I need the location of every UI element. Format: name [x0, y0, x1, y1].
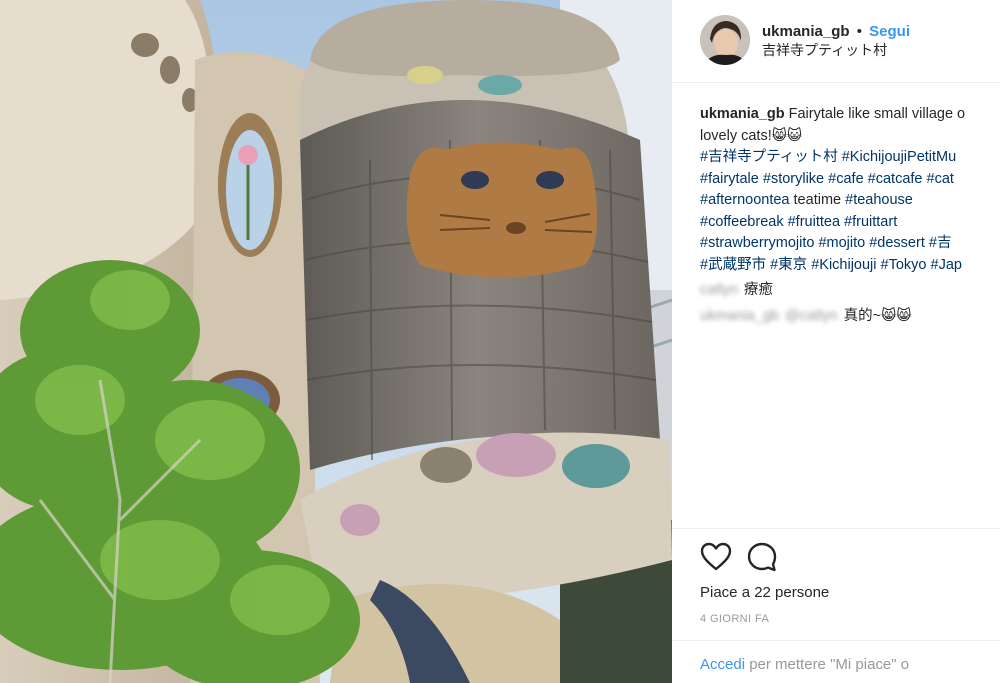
action-bar [700, 541, 792, 573]
hashtag[interactable]: #Kichijouji [811, 257, 876, 273]
caption-text: Fairytale like small village o [788, 106, 966, 122]
likes-count[interactable]: Piace a 22 persone [700, 583, 829, 603]
caption-word: teatime [793, 192, 842, 208]
hashtag[interactable]: #mojito [818, 235, 865, 251]
hashtag[interactable]: #teahouse [845, 192, 913, 208]
caption: ukmania_gb Fairytale like small village … [700, 104, 1000, 327]
hashtag[interactable]: #Tokyo [881, 257, 927, 273]
caption-line-7: #strawberrymojito #mojito #dessert #吉 [700, 233, 1000, 255]
hashtag[interactable]: #fairytale [700, 171, 759, 187]
fairytale-building-photo [0, 0, 672, 683]
comment-mention[interactable]: @catlyn [785, 306, 838, 328]
comment-text: 療癒 [743, 282, 773, 298]
hashtag[interactable]: #strawberrymojito [700, 235, 814, 251]
comment-username[interactable]: catlyn [700, 280, 738, 302]
hashtag[interactable]: #cat [927, 171, 954, 187]
avatar-image [700, 15, 750, 65]
caption-line-2: lovely cats!😸😺 [700, 127, 802, 144]
avatar[interactable] [700, 15, 750, 65]
hashtag[interactable]: #吉祥寺プティット村 [700, 149, 838, 165]
caption-line-4: #fairytale #storylike #cafe #catcafe #ca… [700, 169, 1000, 191]
comment-icon[interactable] [746, 541, 778, 573]
hashtag[interactable]: #武蔵野市 [700, 257, 766, 273]
hashtag[interactable]: #fruittea [788, 214, 840, 230]
post-sidebar: ukmania_gb • Segui 吉祥寺プティット村 ukmania_gb … [672, 0, 1000, 683]
login-divider [672, 640, 1000, 641]
hashtag[interactable]: #吉 [929, 235, 952, 251]
login-prompt: Accedi per mettere "Mi piace" o [700, 656, 909, 673]
location-link[interactable]: 吉祥寺プティット村 [762, 41, 910, 59]
comment-text: 真的~😸😸 [843, 307, 912, 324]
caption-line-6: #coffeebreak #fruittea #fruittart [700, 212, 1000, 234]
caption-line-1: ukmania_gb Fairytale like small village … [700, 104, 1000, 126]
caption-username[interactable]: ukmania_gb [700, 106, 785, 122]
hashtag[interactable]: #dessert [869, 235, 925, 251]
comment-item: catlyn 療癒 [700, 280, 1000, 302]
post-username[interactable]: ukmania_gb [762, 23, 850, 40]
post-timestamp[interactable]: 4 GIORNI FA [700, 613, 769, 625]
hashtag[interactable]: #coffeebreak [700, 214, 784, 230]
login-prompt-text: per mettere "Mi piace" o [749, 656, 910, 673]
hashtag[interactable]: #storylike [763, 171, 824, 187]
separator-dot: • [856, 22, 862, 40]
hashtag[interactable]: #Jap [931, 257, 962, 273]
caption-line-5: #afternoontea teatime #teahouse [700, 190, 1000, 212]
hashtag[interactable]: #fruittart [844, 214, 897, 230]
actions-divider [672, 528, 1000, 529]
hashtag[interactable]: #KichijoujiPetitMu [842, 149, 956, 165]
caption-line-3: #吉祥寺プティット村 #KichijoujiPetitMu [700, 147, 1000, 169]
hashtag[interactable]: #catcafe [868, 171, 923, 187]
post-header: ukmania_gb • Segui 吉祥寺プティット村 [700, 14, 1000, 66]
comment-item: ukmania_gb @catlyn 真的~😸😸 [700, 306, 1000, 328]
caption-line-8: #武蔵野市 #東京 #Kichijouji #Tokyo #Jap [700, 255, 1000, 277]
header-divider [672, 82, 1000, 83]
heart-icon[interactable] [700, 541, 732, 573]
comment-username[interactable]: ukmania_gb [700, 306, 779, 328]
hashtag[interactable]: #afternoontea [700, 192, 790, 208]
hashtag[interactable]: #東京 [770, 257, 807, 273]
follow-button[interactable]: Segui [869, 23, 910, 40]
hashtag[interactable]: #cafe [828, 171, 863, 187]
post-photo[interactable] [0, 0, 672, 683]
login-link[interactable]: Accedi [700, 656, 745, 673]
